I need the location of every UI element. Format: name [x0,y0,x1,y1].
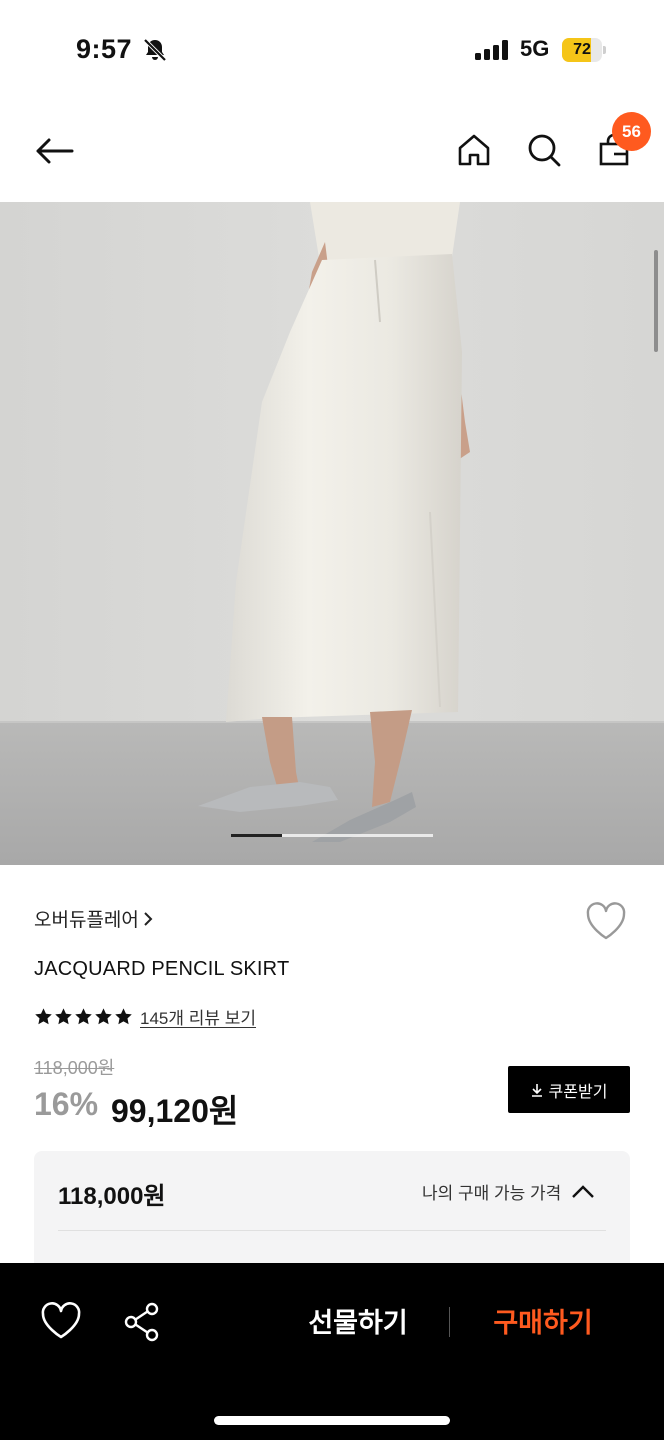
top-nav-bar [0,100,664,202]
search-icon [528,134,561,167]
battery-label: 72 [573,41,591,58]
coupon-label: 쿠폰받기 [548,1083,608,1101]
star-icon [115,1007,132,1024]
download-icon [531,1083,542,1097]
search-button[interactable] [522,128,566,172]
back-arrow-icon [36,138,74,164]
status-time: 9:57 [76,34,133,64]
sale-price: 99,120원 [111,1093,239,1129]
brand-name: 오버듀플레어 [34,910,139,931]
buy-button[interactable]: 구매하기 [474,1303,612,1343]
product-image[interactable] [0,202,664,865]
network-label: 5G [520,36,550,61]
rating-stars [34,1007,133,1026]
carousel-progress [231,834,433,837]
carousel-progress-thumb [231,834,282,837]
home-button[interactable] [452,128,496,172]
my-price-box: 118,000원 나의 구매 가능 가격 [34,1151,630,1281]
scroll-indicator [654,250,658,352]
bottom-action-bar: 선물하기 구매하기 [0,1263,664,1440]
star-icon [75,1007,92,1024]
original-price: 118,000원 [34,1058,115,1078]
product-name: JACQUARD PENCIL SKIRT [34,958,290,980]
my-price-toggle-label: 나의 구매 가능 가격 [422,1184,562,1203]
bottom-bar-divider [449,1307,450,1337]
my-price-amount: 118,000원 [58,1183,166,1210]
rating-row: 145개 리뷰 보기 [34,1004,256,1028]
heart-icon[interactable] [40,1301,82,1341]
star-icon [35,1007,52,1024]
star-icon [55,1007,72,1024]
cart-count-badge: 56 [612,112,651,151]
home-indicator [214,1416,450,1425]
back-button[interactable] [30,130,78,172]
brand-link[interactable]: 오버듀플레어 [34,905,153,932]
home-icon [458,134,490,166]
review-link[interactable]: 145개 리뷰 보기 [140,1004,256,1029]
signal-icon [475,40,508,60]
chevron-right-icon [144,911,153,926]
price-box-divider [58,1230,606,1231]
bell-muted-icon [143,38,167,62]
product-photo [0,202,664,865]
gift-button[interactable]: 선물하기 [290,1303,426,1343]
chevron-up-icon [572,1184,595,1198]
coupon-download-button[interactable]: 쿠폰받기 [508,1066,630,1113]
star-icon [95,1007,112,1024]
discount-rate: 16% [34,1086,99,1122]
wishlist-heart-icon[interactable] [584,900,628,942]
battery-icon: 72 [562,38,606,62]
share-icon[interactable] [122,1301,162,1343]
my-price-toggle[interactable]: 나의 구매 가능 가격 [422,1179,595,1204]
status-bar: 9:57 5G 72 [0,0,664,100]
